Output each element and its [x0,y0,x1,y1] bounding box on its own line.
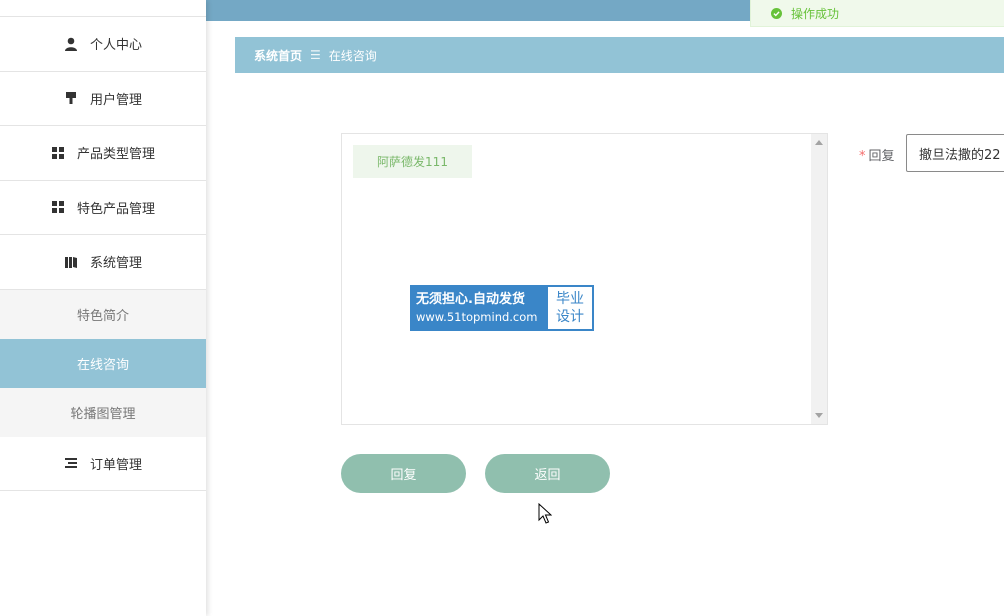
breadcrumb: 系统首页 ☰ 在线咨询 [235,37,1004,73]
breadcrumb-current: 在线咨询 [328,48,377,63]
breadcrumb-home[interactable]: 系统首页 [254,47,302,64]
sidebar-item-order-management[interactable]: 订单管理 [0,437,206,491]
chat-message: 阿萨德发111 [353,145,472,178]
watermark-right-line2: 设计 [556,309,584,325]
watermark-line1: 无须担心.自动发货 [416,292,525,307]
reply-label: * 回复 [859,145,895,164]
required-asterisk: * [859,149,866,164]
sidebar-item-personal-center[interactable]: 个人中心 [0,17,206,72]
grid-icon [51,146,65,160]
watermark-left: 无须担心.自动发货 www.51topmind.com [410,285,546,331]
scroll-down-arrow-icon[interactable] [815,413,823,418]
sidebar-item-user-management[interactable]: 用户管理 [0,72,206,126]
check-circle-icon [771,7,782,19]
scroll-up-arrow-icon[interactable] [815,140,823,145]
sidebar: 个人中心 用户管理 产品类型管理 特色产品管理 系统管理 特色简介 在线咨询 轮… [0,0,206,616]
sidebar-item-label: 个人中心 [89,38,142,54]
mouse-cursor-icon [538,503,552,524]
breadcrumb-separator-icon: ☰ [310,48,321,62]
book-icon [64,255,78,269]
reply-button[interactable]: 回复 [341,454,466,493]
sidebar-item-product-type-management[interactable]: 产品类型管理 [0,126,206,181]
reply-label-text: 回复 [868,149,895,164]
chat-history-box[interactable]: 阿萨德发111 [341,133,828,425]
pin-icon [64,91,78,105]
sidebar-item-system-management[interactable]: 系统管理 [0,235,206,290]
sidebar-top [0,0,206,17]
success-toast: 操作成功 [750,0,1004,27]
back-button[interactable]: 返回 [485,454,610,493]
sidebar-item-featured-product-management[interactable]: 特色产品管理 [0,181,206,235]
submenu-item-online-consult[interactable]: 在线咨询 [0,338,206,388]
sidebar-item-label: 用户管理 [89,92,142,108]
list-icon [64,456,78,470]
toast-text: 操作成功 [791,6,840,21]
watermark-right-line1: 毕业 [556,291,584,307]
submenu-item-label: 轮播图管理 [70,406,136,422]
sidebar-item-label: 特色产品管理 [76,201,155,217]
watermark-logo: 无须担心.自动发货 www.51topmind.com 毕业 设计 [410,285,594,331]
watermark-right: 毕业 设计 [546,285,594,331]
sidebar-item-label: 系统管理 [89,256,142,272]
sidebar-item-label: 订单管理 [89,457,142,473]
reply-input[interactable] [906,134,1004,172]
submenu-item-label: 在线咨询 [76,357,129,373]
submenu-item-label: 特色简介 [76,308,129,324]
user-icon [64,37,78,51]
grid-icon [51,200,65,214]
submenu-item-featured-intro[interactable]: 特色简介 [0,289,206,339]
sidebar-item-label: 产品类型管理 [76,147,155,163]
watermark-line2: www.51topmind.com [416,310,538,324]
chat-scrollbar[interactable] [811,134,827,424]
app-window: 个人中心 用户管理 产品类型管理 特色产品管理 系统管理 特色简介 在线咨询 轮… [0,0,1004,616]
submenu-item-carousel-management[interactable]: 轮播图管理 [0,387,206,437]
